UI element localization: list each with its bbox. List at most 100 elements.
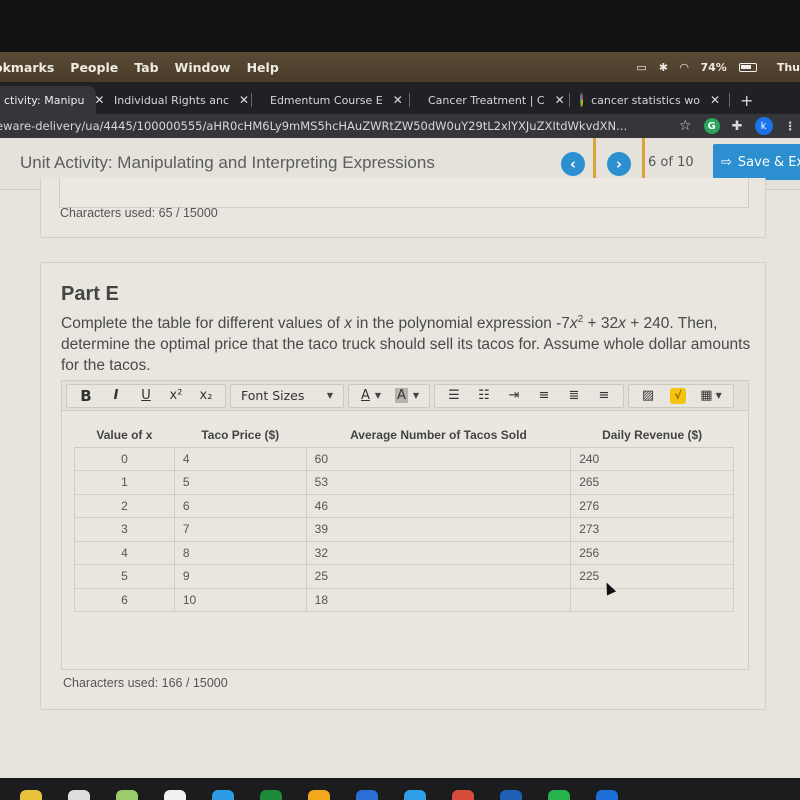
cell-avg-tacos-sold[interactable]: 25: [305, 564, 572, 589]
browser-tab-bar: ctivity: Manipu ✕ Individual Rights anc …: [0, 82, 800, 114]
save-and-exit-button[interactable]: ⇨ Save & Ex: [713, 144, 800, 180]
bullet-list-icon[interactable]: ☰: [439, 385, 469, 407]
bold-button[interactable]: B: [71, 385, 101, 407]
dock-app-icon[interactable]: [452, 790, 474, 800]
numbered-list-icon[interactable]: ☷: [469, 385, 499, 407]
cell-daily-revenue[interactable]: 276: [570, 493, 734, 518]
underline-button[interactable]: U: [131, 385, 161, 407]
dock-app-icon[interactable]: [20, 790, 42, 800]
italic-button[interactable]: I: [101, 385, 131, 407]
dock-app-icon[interactable]: [596, 790, 618, 800]
cell-avg-tacos-sold[interactable]: 32: [305, 540, 572, 565]
math-equation-icon[interactable]: √: [663, 385, 693, 407]
align-right-icon[interactable]: ≡: [589, 385, 619, 407]
cell-daily-revenue[interactable]: 273: [570, 517, 734, 542]
dock-app-icon[interactable]: [356, 790, 378, 800]
tab-edmentum-course[interactable]: Edmentum Course E ✕: [252, 86, 410, 114]
new-tab-button[interactable]: +: [730, 86, 763, 114]
mac-menu-bar: okmarks People Tab Window Help ▭ ✱ ◠ 74%…: [0, 52, 800, 82]
font-size-label: Font Sizes: [241, 388, 305, 403]
close-icon[interactable]: ✕: [555, 93, 565, 107]
close-icon[interactable]: ✕: [393, 93, 403, 107]
cell-daily-revenue[interactable]: 265: [570, 470, 734, 495]
cell-taco-price[interactable]: 8: [173, 540, 307, 565]
insert-image-icon[interactable]: ▨: [633, 385, 663, 407]
previous-answer-editor[interactable]: [59, 178, 749, 208]
insert-table-icon[interactable]: ▦ ▼: [693, 385, 729, 407]
cell-daily-revenue[interactable]: [570, 587, 734, 612]
cell-value-of-x[interactable]: 1: [74, 470, 175, 495]
align-left-icon[interactable]: ≡: [529, 385, 559, 407]
cell-value-of-x[interactable]: 5: [74, 564, 175, 589]
menu-bookmarks[interactable]: okmarks: [0, 60, 54, 75]
cell-avg-tacos-sold[interactable]: 53: [305, 470, 572, 495]
dock-app-icon[interactable]: [260, 790, 282, 800]
address-bar[interactable]: eware-delivery/ua/4445/100000555/aHR0cHM…: [0, 114, 800, 138]
close-icon[interactable]: ✕: [710, 93, 720, 107]
dock-app-icon[interactable]: [212, 790, 234, 800]
chevron-left-icon: ‹: [569, 155, 577, 173]
align-center-icon[interactable]: ≣: [559, 385, 589, 407]
cell-value-of-x[interactable]: 6: [74, 587, 175, 612]
format-group: B I U x² x₂: [66, 383, 226, 408]
background-color-button[interactable]: A ▼: [389, 385, 425, 407]
previous-page-button[interactable]: ‹: [561, 152, 585, 176]
dock-app-icon[interactable]: [308, 790, 330, 800]
menu-tab[interactable]: Tab: [134, 60, 158, 75]
tab-individual-rights[interactable]: Individual Rights anc ✕: [96, 86, 252, 114]
wifi-icon[interactable]: ◠: [680, 61, 688, 74]
cell-avg-tacos-sold[interactable]: 46: [305, 493, 572, 518]
grammarly-extension-icon[interactable]: G: [703, 118, 720, 134]
cell-value-of-x[interactable]: 4: [74, 540, 175, 565]
cell-taco-price[interactable]: 4: [173, 446, 307, 471]
menu-help[interactable]: Help: [247, 60, 279, 75]
superscript-button[interactable]: x²: [161, 385, 191, 407]
cell-taco-price[interactable]: 6: [173, 493, 307, 518]
bluetooth-icon[interactable]: ✱: [659, 61, 668, 74]
cell-daily-revenue[interactable]: 240: [570, 446, 734, 471]
paragraph-group: ☰ ☷ ⇥ ≡ ≣ ≡: [434, 383, 624, 408]
cell-avg-tacos-sold[interactable]: 60: [305, 446, 572, 471]
chevron-down-icon: ▼: [326, 391, 333, 400]
cell-daily-revenue[interactable]: 225: [570, 564, 734, 589]
answer-editor[interactable]: B I U x² x₂ Font Sizes ▼ A ▼ A ▼ ☰ ☷ ⇥ ≡…: [61, 380, 749, 670]
cell-taco-price[interactable]: 7: [173, 517, 307, 542]
dock-app-icon[interactable]: [548, 790, 570, 800]
dock-app-icon[interactable]: [164, 790, 186, 800]
tab-unit-activity[interactable]: ctivity: Manipu ✕: [0, 86, 104, 114]
url-text[interactable]: eware-delivery/ua/4445/100000555/aHR0cHM…: [0, 119, 627, 133]
battery-icon[interactable]: [738, 62, 757, 72]
menu-window[interactable]: Window: [175, 60, 231, 75]
airplay-icon[interactable]: ▭: [636, 61, 646, 74]
next-page-button[interactable]: ›: [607, 152, 631, 176]
menu-people[interactable]: People: [70, 60, 118, 75]
tab-cancer-treatment[interactable]: Cancer Treatment | C ✕: [410, 86, 570, 114]
cell-taco-price[interactable]: 5: [173, 470, 307, 495]
dock-app-icon[interactable]: [500, 790, 522, 800]
more-menu-icon[interactable]: ⋮: [785, 119, 797, 133]
cell-value-of-x[interactable]: 3: [74, 517, 175, 542]
color-group: A ▼ A ▼: [348, 383, 430, 408]
dock-app-icon[interactable]: [68, 790, 90, 800]
cell-avg-tacos-sold[interactable]: 39: [305, 517, 572, 542]
cell-daily-revenue[interactable]: 256: [570, 540, 734, 565]
text-color-button[interactable]: A ▼: [353, 385, 389, 407]
dock-app-icon[interactable]: [116, 790, 138, 800]
subscript-button[interactable]: x₂: [191, 385, 221, 407]
cell-taco-price[interactable]: 9: [173, 564, 307, 589]
header-daily-revenue: Daily Revenue ($): [602, 427, 703, 442]
font-size-select[interactable]: Font Sizes ▼: [230, 383, 344, 408]
cell-taco-price[interactable]: 10: [173, 587, 307, 612]
close-icon[interactable]: ✕: [239, 93, 249, 107]
extensions-puzzle-icon[interactable]: ✚: [732, 119, 743, 134]
dock-app-icon[interactable]: [404, 790, 426, 800]
bookmark-star-icon[interactable]: ☆: [679, 118, 692, 134]
profile-avatar[interactable]: k: [754, 117, 773, 135]
cell-value-of-x[interactable]: 0: [74, 446, 175, 471]
cell-value-of-x[interactable]: 2: [74, 493, 175, 518]
tab-cancer-statistics[interactable]: cancer statistics wo ✕: [570, 86, 730, 114]
taco-table[interactable]: Value of x Taco Price ($) Average Number…: [74, 423, 734, 612]
clock[interactable]: Thu: [777, 61, 800, 74]
cell-avg-tacos-sold[interactable]: 18: [305, 587, 572, 612]
indent-icon[interactable]: ⇥: [499, 385, 529, 407]
